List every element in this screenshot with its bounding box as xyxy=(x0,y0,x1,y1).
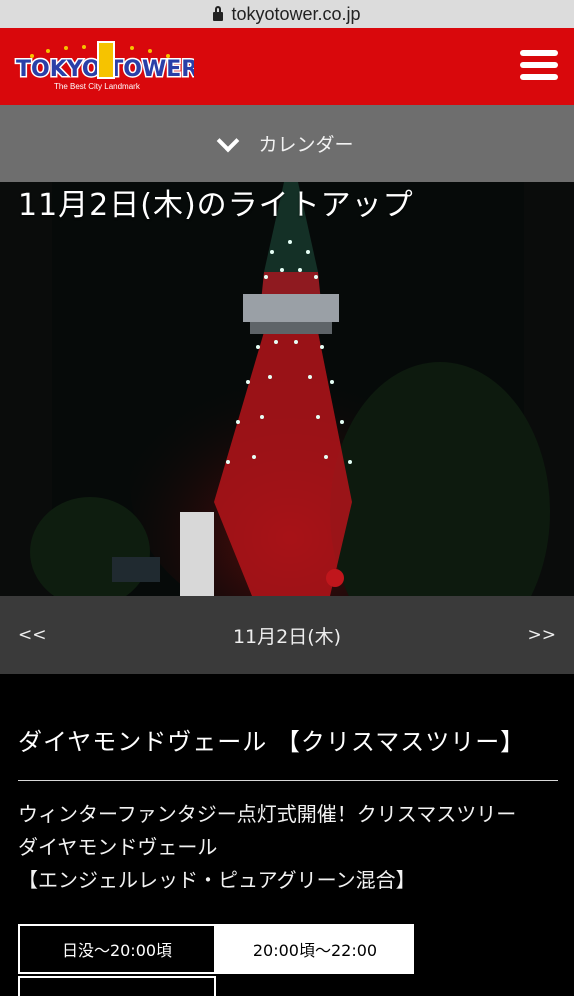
url-text: tokyotower.co.jp xyxy=(231,4,360,25)
lock-icon xyxy=(213,12,223,21)
calendar-label: カレンダー xyxy=(258,130,353,157)
hero-lightup-photo: 11月2日(木)のライトアップ xyxy=(0,182,574,596)
hamburger-menu-icon[interactable] xyxy=(520,50,558,84)
current-date: 11月2日(木) xyxy=(233,622,341,649)
description-line: ダイヤモンドヴェール xyxy=(18,831,516,864)
date-navigation: << 11月2日(木) >> xyxy=(0,596,574,674)
previous-day-button[interactable]: << xyxy=(0,625,65,645)
tab-sunset-to-2000[interactable]: 日没〜20:00頃 xyxy=(18,924,216,974)
event-title: ダイヤモンドヴェール 【クリスマスツリー】 xyxy=(18,722,525,757)
time-tabs: 日没〜20:00頃 20:00頃〜22:00 xyxy=(18,924,414,974)
divider xyxy=(18,780,558,781)
tokyo-tower-logo[interactable]: TOKYO TOWER The Best City Landmark xyxy=(14,38,194,93)
tab-2000-to-2200[interactable]: 20:00頃〜22:00 xyxy=(216,924,414,974)
site-header: TOKYO TOWER The Best City Landmark xyxy=(0,28,574,105)
tokyo-tower-night-image xyxy=(0,182,574,596)
chevron-down-icon xyxy=(217,129,240,152)
next-day-button[interactable]: >> xyxy=(510,625,574,645)
calendar-toggle[interactable]: カレンダー xyxy=(0,105,574,182)
description-line: 【エンジェルレッド・ピュアグリーン混合】 xyxy=(18,864,516,897)
browser-url-bar[interactable]: tokyotower.co.jp xyxy=(0,0,574,28)
svg-text:The Best City Landmark: The Best City Landmark xyxy=(54,82,141,91)
event-description: ウィンターファンタジー点灯式開催！クリスマスツリー ダイヤモンドヴェール 【エン… xyxy=(18,798,516,897)
tab-row-partial xyxy=(18,976,216,996)
lightup-title: 11月2日(木)のライトアップ xyxy=(18,182,414,224)
description-line: ウィンターファンタジー点灯式開催！クリスマスツリー xyxy=(18,798,516,831)
